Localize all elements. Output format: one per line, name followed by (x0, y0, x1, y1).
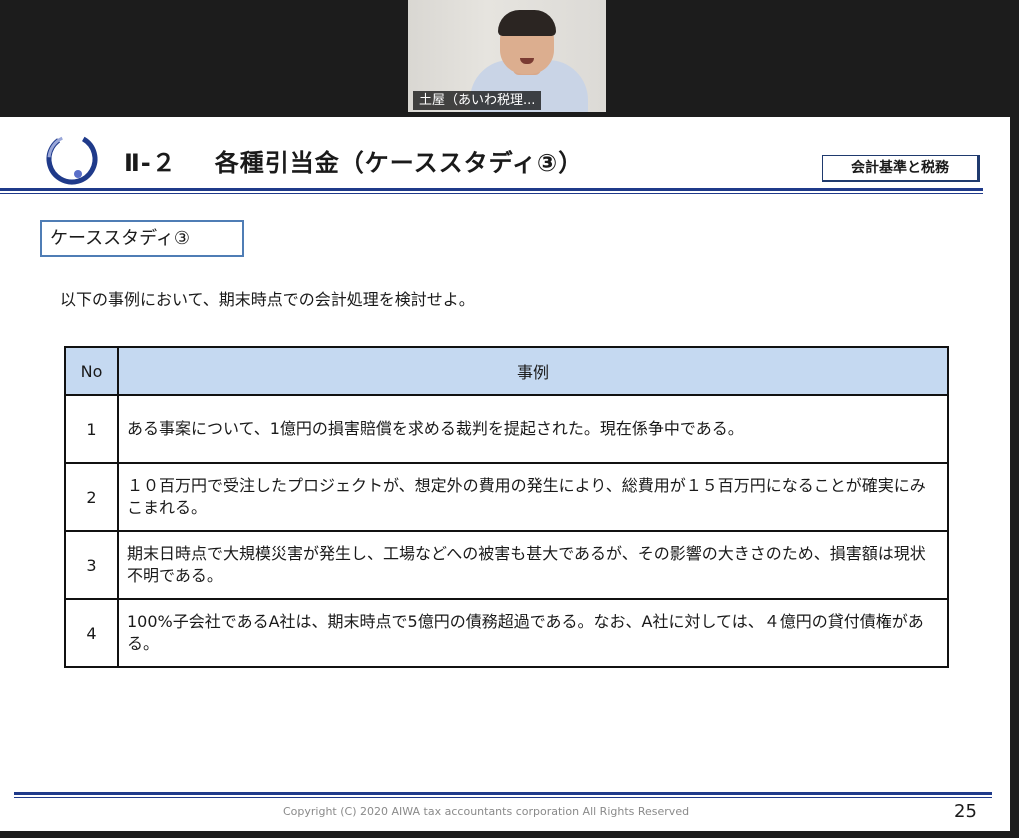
row-number: 4 (64, 598, 119, 668)
footer-rule-thin (14, 797, 992, 798)
participant-video-tile[interactable]: 土屋（あいわ税理... (408, 0, 606, 112)
table-row: 1 ある事案について、1億円の損害賠償を求める裁判を提起された。現在係争中である… (64, 394, 949, 464)
row-description: １０百万円で受注したプロジェクトが、想定外の費用の発生により、総費用が１５百万円… (117, 462, 949, 532)
row-number: 1 (64, 394, 119, 464)
header-rule-thick (0, 188, 983, 191)
column-header-no: No (64, 346, 119, 396)
case-study-label: ケーススタディ③ (40, 220, 244, 257)
category-badge: 会計基準と税務 (822, 155, 980, 182)
instruction-text: 以下の事例において、期末時点での会計処理を検討せよ。 (60, 290, 475, 309)
case-table: No 事例 1 ある事案について、1億円の損害賠償を求める裁判を提起された。現在… (64, 346, 949, 668)
row-number: 3 (64, 530, 119, 600)
slide-title: Ⅱ-２ 各種引当金（ケーススタディ③） (124, 143, 583, 178)
row-description: ある事案について、1億円の損害賠償を求める裁判を提起された。現在係争中である。 (117, 394, 949, 464)
row-number: 2 (64, 462, 119, 532)
table-row: 3 期末日時点で大規模災害が発生し、工場などへの被害も甚大であるが、その影響の大… (64, 530, 949, 600)
section-title: 各種引当金（ケーススタディ③） (214, 149, 584, 177)
participant-hair (498, 10, 556, 36)
page-number: 25 (954, 801, 977, 822)
table-row: 4 100%子会社であるA社は、期末時点で5億円の債務超過である。なお、A社に対… (64, 598, 949, 668)
row-description: 100%子会社であるA社は、期末時点で5億円の債務超過である。なお、A社に対して… (117, 598, 949, 668)
table-row: 2 １０百万円で受注したプロジェクトが、想定外の費用の発生により、総費用が１５百… (64, 462, 949, 532)
copyright-notice: Copyright (C) 2020 AIWA tax accountants … (283, 805, 690, 818)
table-header-row: No 事例 (64, 346, 949, 396)
row-description: 期末日時点で大規模災害が発生し、工場などへの被害も甚大であるが、その影響の大きさ… (117, 530, 949, 600)
aiwa-logo-icon (46, 133, 98, 185)
header-rule-thin (0, 193, 983, 194)
section-number: Ⅱ-２ (124, 149, 177, 177)
footer-rule-thick (14, 792, 992, 795)
column-header-case: 事例 (117, 346, 949, 396)
participant-name-label: 土屋（あいわ税理... (413, 91, 542, 110)
presentation-slide: Ⅱ-２ 各種引当金（ケーススタディ③） 会計基準と税務 ケーススタディ③ 以下の事… (0, 117, 1010, 831)
